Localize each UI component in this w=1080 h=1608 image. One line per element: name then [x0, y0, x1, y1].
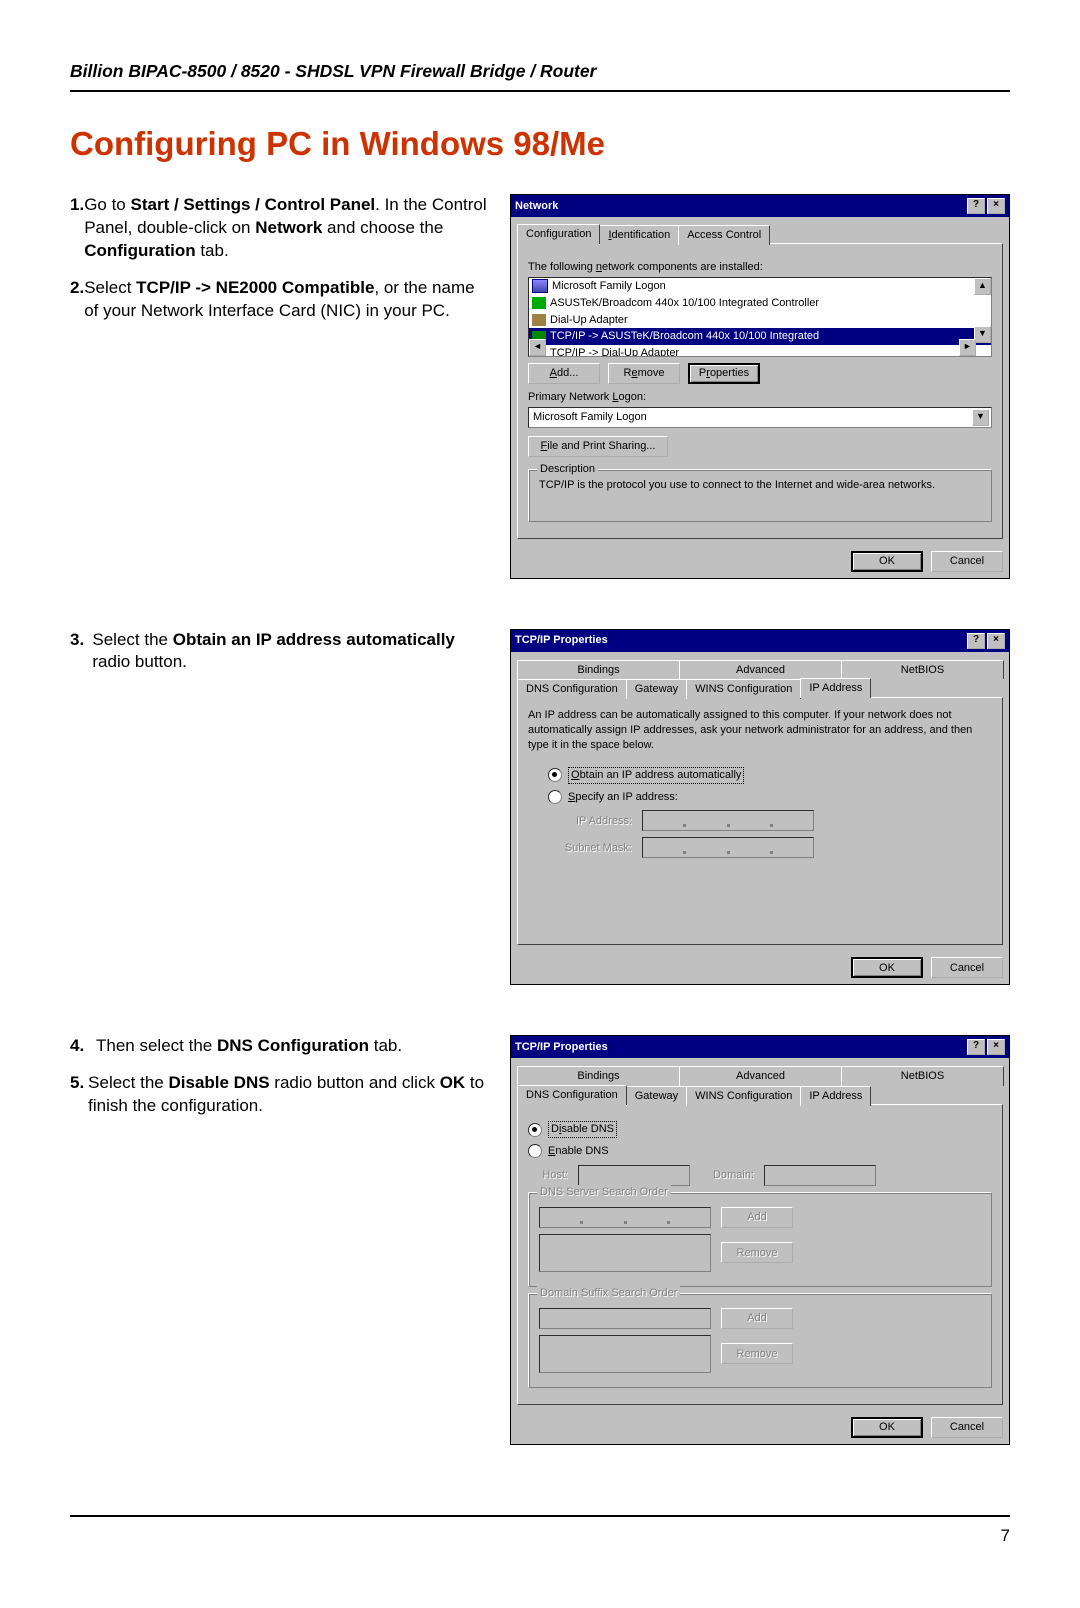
page-footer: 7 — [70, 1515, 1010, 1548]
remove-button[interactable]: Remove — [608, 363, 680, 384]
chevron-down-icon[interactable]: ▼ — [972, 409, 989, 426]
radio-specify-ip[interactable]: Specify an IP address: — [548, 790, 972, 805]
dns-remove-button: Remove — [721, 1242, 793, 1263]
radio-enable-dns[interactable]: Enable DNS — [528, 1144, 992, 1159]
dialog-title: TCP/IP Properties — [515, 1040, 608, 1055]
dialog-title: TCP/IP Properties — [515, 633, 608, 648]
tab-dns-config[interactable]: DNS Configuration — [517, 679, 627, 699]
suffix-list — [539, 1335, 711, 1373]
ok-button[interactable]: OK — [851, 551, 923, 572]
scroll-up-icon[interactable]: ▲ — [974, 278, 991, 295]
tcpip-ipaddress-dialog: TCP/IP Properties ? × Bindings Advanced … — [510, 629, 1010, 986]
components-listbox[interactable]: Microsoft Family Logon ASUSTeK/Broadcom … — [528, 277, 992, 357]
computer-icon — [532, 279, 548, 293]
description-text: TCP/IP is the protocol you use to connec… — [539, 478, 981, 493]
dialup-icon — [532, 314, 546, 326]
tcpip-dns-dialog: TCP/IP Properties ? × Bindings Advanced … — [510, 1035, 1010, 1444]
step-4: 4. Then select the DNS Configuration tab… — [70, 1035, 490, 1058]
tab-gateway[interactable]: Gateway — [626, 679, 687, 699]
suffix-remove-button: Remove — [721, 1343, 793, 1364]
tab-advanced[interactable]: Advanced — [679, 1066, 842, 1086]
scroll-right-icon[interactable]: ► — [959, 339, 976, 356]
tab-wins-config[interactable]: WINS Configuration — [686, 679, 801, 699]
radio-obtain-auto[interactable]: Obtain an IP address automatically — [548, 767, 972, 784]
radio-disable-dns[interactable]: Disable DNS — [528, 1121, 992, 1138]
step-3: 3. Select the Obtain an IP address autom… — [70, 629, 490, 675]
close-icon[interactable]: × — [987, 198, 1005, 214]
domain-suffix-group: Domain Suffix Search Order Add Remove — [528, 1293, 992, 1388]
ip-address-label: IP Address: — [548, 814, 632, 829]
ip-address-field — [642, 810, 814, 831]
scroll-down-icon[interactable]: ▼ — [974, 326, 991, 343]
file-print-sharing-button[interactable]: File and Print Sharing... — [528, 436, 668, 457]
page-number: 7 — [1001, 1526, 1010, 1545]
tab-identification[interactable]: Identification — [599, 225, 679, 245]
close-icon[interactable]: × — [987, 633, 1005, 649]
tab-wins-config[interactable]: WINS Configuration — [686, 1086, 801, 1106]
subnet-mask-label: Subnet Mask: — [548, 841, 632, 856]
suffix-field — [539, 1308, 711, 1329]
dns-list — [539, 1234, 711, 1272]
cancel-button[interactable]: Cancel — [931, 551, 1003, 572]
ip-blurb: An IP address can be automatically assig… — [528, 708, 992, 753]
tab-ip-address[interactable]: IP Address — [800, 678, 871, 698]
tab-bindings[interactable]: Bindings — [517, 660, 680, 680]
scroll-left-icon[interactable]: ◄ — [529, 339, 546, 356]
cancel-button[interactable]: Cancel — [931, 957, 1003, 978]
domain-label: Domain: — [700, 1168, 754, 1183]
cancel-button[interactable]: Cancel — [931, 1417, 1003, 1438]
page-title: Configuring PC in Windows 98/Me — [70, 122, 1010, 167]
help-icon[interactable]: ? — [967, 1039, 985, 1055]
nic-icon — [532, 297, 546, 309]
properties-button[interactable]: Properties — [688, 363, 760, 384]
tab-access-control[interactable]: Access Control — [678, 225, 770, 245]
primary-logon-combo[interactable]: Microsoft Family Logon ▼ — [528, 407, 992, 428]
close-icon[interactable]: × — [987, 1039, 1005, 1055]
dialog-title: Network — [515, 199, 558, 214]
tab-bindings[interactable]: Bindings — [517, 1066, 680, 1086]
tab-advanced[interactable]: Advanced — [679, 660, 842, 680]
step-2: 2. Select TCP/IP -> NE2000 Compatible, o… — [70, 277, 490, 323]
suffix-add-button: Add — [721, 1308, 793, 1329]
tab-ip-address[interactable]: IP Address — [800, 1086, 871, 1106]
add-button[interactable]: Add... — [528, 363, 600, 384]
components-label: The following network components are ins… — [528, 260, 992, 275]
domain-field — [764, 1165, 876, 1186]
subnet-mask-field — [642, 837, 814, 858]
dns-search-order-group: DNS Server Search Order Add Remove — [528, 1192, 992, 1287]
ok-button[interactable]: OK — [851, 1417, 923, 1438]
host-field — [578, 1165, 690, 1186]
network-dialog: Network ? × Configuration Identification… — [510, 194, 1010, 578]
tab-configuration[interactable]: Configuration — [517, 224, 600, 244]
description-group: Description TCP/IP is the protocol you u… — [528, 469, 992, 522]
primary-logon-label: Primary Network Logon: — [528, 390, 992, 405]
dns-ip-field — [539, 1207, 711, 1228]
tab-dns-config[interactable]: DNS Configuration — [517, 1085, 627, 1105]
tab-gateway[interactable]: Gateway — [626, 1086, 687, 1106]
doc-header: Billion BIPAC-8500 / 8520 - SHDSL VPN Fi… — [70, 60, 1010, 92]
step-5: 5. Select the Disable DNS radio button a… — [70, 1072, 490, 1118]
tab-netbios[interactable]: NetBIOS — [841, 660, 1004, 680]
ok-button[interactable]: OK — [851, 957, 923, 978]
help-icon[interactable]: ? — [967, 633, 985, 649]
dns-add-button: Add — [721, 1207, 793, 1228]
help-icon[interactable]: ? — [967, 198, 985, 214]
step-1: 1. Go to Start / Settings / Control Pane… — [70, 194, 490, 263]
tab-netbios[interactable]: NetBIOS — [841, 1066, 1004, 1086]
host-label: Host: — [528, 1168, 568, 1183]
